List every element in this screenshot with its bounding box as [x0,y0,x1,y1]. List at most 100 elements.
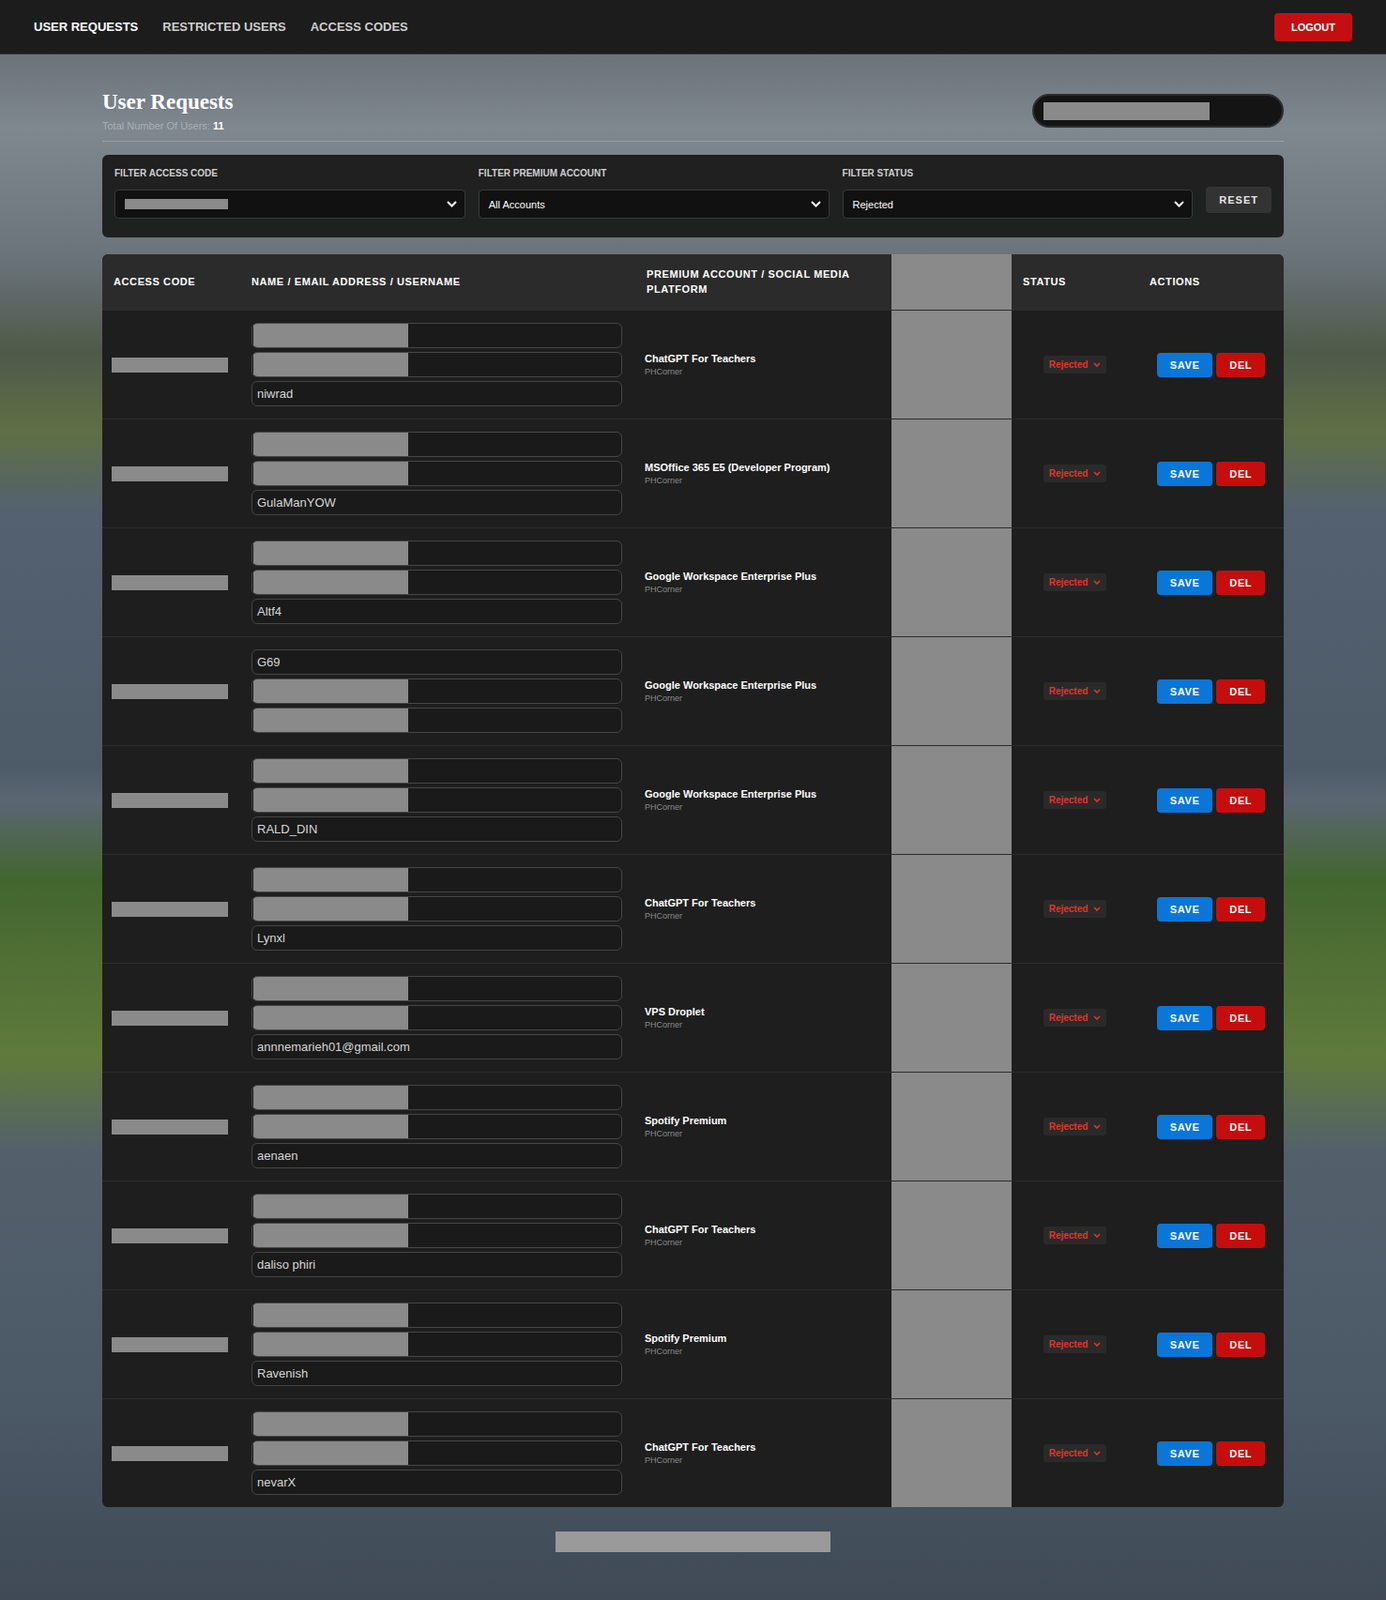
delete-button[interactable]: DEL [1216,1223,1265,1249]
status-select[interactable]: Rejected [1043,1008,1108,1027]
text-field[interactable]: niwrad [251,380,623,407]
save-button[interactable]: SAVE [1157,461,1214,487]
text-field[interactable] [251,867,623,893]
text-field[interactable] [251,569,623,595]
account-cell: Google Workspace Enterprise Plus PHCorne… [635,637,892,746]
text-field[interactable] [251,540,623,566]
save-button[interactable]: SAVE [1157,352,1214,378]
text-field[interactable] [251,1331,623,1357]
text-field[interactable] [251,1411,623,1437]
column-header: STATUS [1011,254,1139,310]
text-field[interactable]: daliso phiri [251,1251,623,1278]
redacted-block [111,1228,229,1244]
redacted-block [253,1084,409,1111]
status-select[interactable]: Rejected [1043,899,1108,918]
text-field[interactable] [251,1302,623,1328]
text-field[interactable] [251,1113,623,1140]
redacted-block [111,1446,229,1462]
search-box[interactable] [1032,93,1284,128]
text-field[interactable] [251,460,623,487]
column-header: PREMIUM ACCOUNT / SOCIAL MEDIA PLATFORM [635,254,892,310]
text-field[interactable] [251,787,623,813]
status-cell: Rejected [1011,963,1139,1072]
delete-button[interactable]: DEL [1216,679,1265,704]
status-select[interactable]: Rejected [1043,1226,1108,1245]
status-value: Rejected [1049,468,1089,479]
text-field[interactable] [251,1222,623,1249]
chevron-down-icon [1093,579,1101,585]
save-button[interactable]: SAVE [1157,1223,1214,1249]
save-button[interactable]: SAVE [1157,1441,1214,1466]
reset-button[interactable]: RESET [1205,186,1272,214]
text-field[interactable]: Ravenish [251,1360,623,1386]
filter-select[interactable] [114,189,466,219]
status-select[interactable]: Rejected [1043,791,1108,809]
save-button[interactable]: SAVE [1157,897,1214,922]
delete-button[interactable]: DEL [1216,788,1265,813]
delete-button[interactable]: DEL [1216,352,1265,378]
save-button[interactable]: SAVE [1157,1332,1214,1357]
redacted-block [253,758,409,784]
text-field[interactable] [251,351,623,378]
table-row: Altf4 Google Workspace Enterprise Plus P… [102,527,1284,637]
save-button[interactable]: SAVE [1157,570,1214,595]
save-button[interactable]: SAVE [1157,1114,1214,1140]
redacted-column [891,854,1012,963]
chevron-down-icon [1093,906,1101,912]
status-cell: Rejected [1011,1181,1139,1290]
status-select[interactable]: Rejected [1043,355,1108,374]
text-field[interactable]: nevarX [251,1469,623,1495]
status-select[interactable]: Rejected [1043,464,1108,483]
nav-link[interactable]: USER REQUESTS [33,19,138,34]
text-field[interactable] [251,1005,623,1031]
text-field[interactable] [251,707,623,733]
redacted-block [253,1193,409,1219]
text-field[interactable] [251,1440,623,1466]
save-button[interactable]: SAVE [1157,1005,1214,1031]
actions-cell: SAVE DEL [1138,1399,1284,1508]
status-select[interactable]: Rejected [1043,573,1108,592]
filter: FILTER PREMIUM ACCOUNT All Accounts [478,167,830,219]
text-field[interactable] [251,678,623,704]
text-field[interactable] [251,758,623,784]
text-field[interactable]: Lynxl [251,925,623,951]
status-select[interactable]: Rejected [1043,1117,1108,1136]
save-button[interactable]: SAVE [1157,679,1214,704]
text-field[interactable] [251,1084,623,1111]
delete-button[interactable]: DEL [1216,461,1265,487]
redacted-block [253,787,409,813]
field-value: Lynxl [257,930,286,945]
text-field[interactable] [251,975,623,1002]
table-row: RALD_DIN Google Workspace Enterprise Plu… [102,745,1284,854]
redacted-block [111,901,229,917]
nav-link[interactable]: RESTRICTED USERS [162,19,286,34]
delete-button[interactable]: DEL [1216,1005,1265,1031]
text-field[interactable]: G69 [251,649,623,675]
filter-select[interactable]: All Accounts [478,189,830,219]
filter-select[interactable]: Rejected [842,189,1194,219]
logout-button[interactable]: LOGOUT [1274,13,1353,42]
delete-button[interactable]: DEL [1216,1114,1265,1140]
text-field[interactable] [251,431,623,457]
text-field[interactable] [251,1193,623,1219]
account-name: Spotify Premium [644,1114,727,1127]
platform-name: PHCorner [644,802,683,812]
status-select[interactable]: Rejected [1043,682,1108,701]
delete-button[interactable]: DEL [1216,570,1265,595]
table-row: annnemarieh01@gmail.com VPS Droplet PHCo… [102,962,1284,1072]
text-field[interactable]: annnemarieh01@gmail.com [251,1034,623,1060]
status-select[interactable]: Rejected [1043,1444,1108,1463]
nav-link[interactable]: ACCESS CODES [310,19,409,34]
actions-cell: SAVE DEL [1138,419,1284,528]
text-field[interactable]: RALD_DIN [251,816,623,842]
delete-button[interactable]: DEL [1216,1332,1265,1357]
text-field[interactable]: Altf4 [251,598,623,625]
text-field[interactable]: GulaManYOW [251,489,623,516]
text-field[interactable]: aenaen [251,1142,623,1169]
text-field[interactable] [251,322,623,349]
status-select[interactable]: Rejected [1043,1335,1108,1354]
delete-button[interactable]: DEL [1216,897,1265,922]
delete-button[interactable]: DEL [1216,1441,1265,1466]
text-field[interactable] [251,896,623,922]
save-button[interactable]: SAVE [1157,788,1214,813]
